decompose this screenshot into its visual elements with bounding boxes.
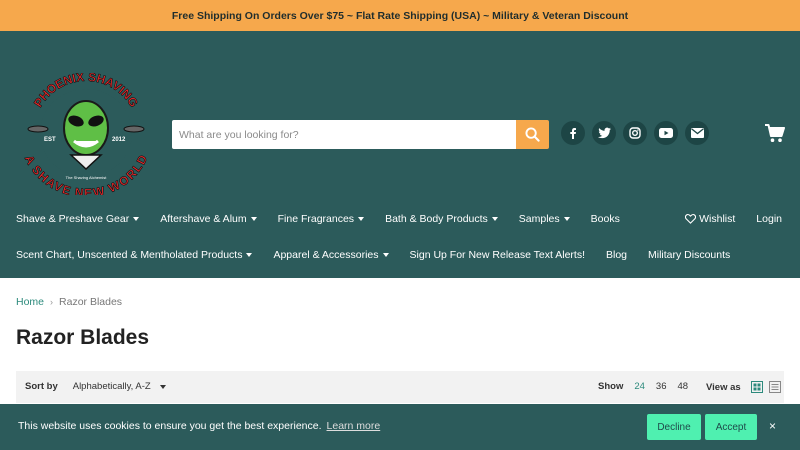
nav-samples[interactable]: Samples [519,213,570,225]
sort-select[interactable]: Alphabetically, A-Z [73,381,166,392]
show-option-36[interactable]: 36 [656,381,667,392]
logo-est: EST [44,137,56,143]
nav-blog[interactable]: Blog [606,249,627,261]
twitter-icon [597,127,611,139]
chevron-down-icon [250,217,257,221]
main-nav-row-1: Shave & Preshave Gear Aftershave & Alum … [16,213,641,225]
page-title: Razor Blades [16,326,150,349]
sort-label: Sort by [25,381,58,392]
logo-tagline: The Shaving Alchemist [66,175,108,180]
instagram-icon [629,127,641,139]
twitter-link[interactable] [592,121,616,145]
collection-toolbar: Sort by Alphabetically, A-Z Show 24 36 4… [16,371,784,403]
nav-aftershave-alum[interactable]: Aftershave & Alum [160,213,257,225]
email-icon [690,128,704,138]
show-option-48[interactable]: 48 [678,381,689,392]
chevron-down-icon [159,384,166,389]
search-button[interactable] [516,120,549,149]
site-header: PHOENIX SHAVING A SHAVE NEW WORLD EST 20… [0,31,800,297]
nav-whistling-drift-seed[interactable]: Whistling Drift-Seed Collection [288,285,430,297]
chevron-down-icon [382,253,389,257]
chevron-down-icon [246,253,253,257]
show-label: Show [598,381,624,392]
cart-button[interactable] [765,124,785,148]
cart-icon [765,124,785,142]
nav-text-alerts[interactable]: Sign Up For New Release Text Alerts! [410,249,585,261]
youtube-link[interactable] [654,121,678,145]
close-icon[interactable]: × [769,419,776,433]
view-label: View as [706,381,741,393]
facebook-link[interactable] [561,121,585,145]
view-toggle: View as [706,381,781,393]
nav-scent-chart[interactable]: Scent Chart, Unscented & Mentholated Pro… [16,249,253,261]
announcement-bar: Free Shipping On Orders Over $75 ~ Flat … [0,0,800,31]
nav-military-discounts[interactable]: Military Discounts [648,249,730,261]
account-links: Wishlist Login [685,213,782,225]
show-option-24[interactable]: 24 [634,381,645,392]
nav-bath-body-products[interactable]: Bath & Body Products [385,213,498,225]
breadcrumb-current: Razor Blades [59,296,123,308]
per-page-selector: Show 24 36 48 [598,381,688,392]
cookie-message: This website uses cookies to ensure you … [18,420,322,432]
instagram-link[interactable] [623,121,647,145]
cookie-banner: This website uses cookies to ensure you … [0,404,800,450]
nav-books[interactable]: Books [591,213,620,225]
search-input[interactable] [172,120,516,149]
nav-mobile-app[interactable]: Our Epic Mobile APP! [451,285,552,297]
login-link[interactable]: Login [756,213,782,225]
heart-icon [685,214,697,224]
nav-apparel-accessories[interactable]: Apparel & Accessories [273,249,389,261]
chevron-right-icon: › [50,297,54,307]
chevron-down-icon [563,217,570,221]
nav-fine-fragrances[interactable]: Fine Fragrances [278,213,365,225]
social-links [561,121,709,145]
wishlist-label: Wishlist [699,213,736,225]
chevron-down-icon [358,217,365,221]
main-nav-row-2: Scent Chart, Unscented & Mentholated Pro… [16,249,751,261]
chevron-down-icon [133,217,140,221]
logo[interactable]: PHOENIX SHAVING A SHAVE NEW WORLD EST 20… [16,70,156,201]
breadcrumb: Home › Razor Blades [16,296,122,308]
breadcrumb-home[interactable]: Home [16,296,44,308]
search-icon [525,127,540,142]
facebook-icon [570,128,576,139]
cookie-decline-button[interactable]: Decline [647,414,701,440]
logo-year: 2012 [112,137,126,143]
wishlist-link[interactable]: Wishlist [685,213,735,225]
grid-view-icon[interactable] [750,381,763,393]
chevron-down-icon [491,217,498,221]
list-view-icon[interactable] [768,381,781,393]
sort-value: Alphabetically, A-Z [72,381,151,392]
nav-shave-preshave-gear[interactable]: Shave & Preshave Gear [16,213,140,225]
cookie-accept-button[interactable]: Accept [705,414,757,440]
email-link[interactable] [685,121,709,145]
announcement-text: Free Shipping On Orders Over $75 ~ Flat … [171,9,629,22]
cookie-learn-more-link[interactable]: Learn more [327,420,381,432]
youtube-icon [659,128,673,138]
search-bar [172,120,549,149]
